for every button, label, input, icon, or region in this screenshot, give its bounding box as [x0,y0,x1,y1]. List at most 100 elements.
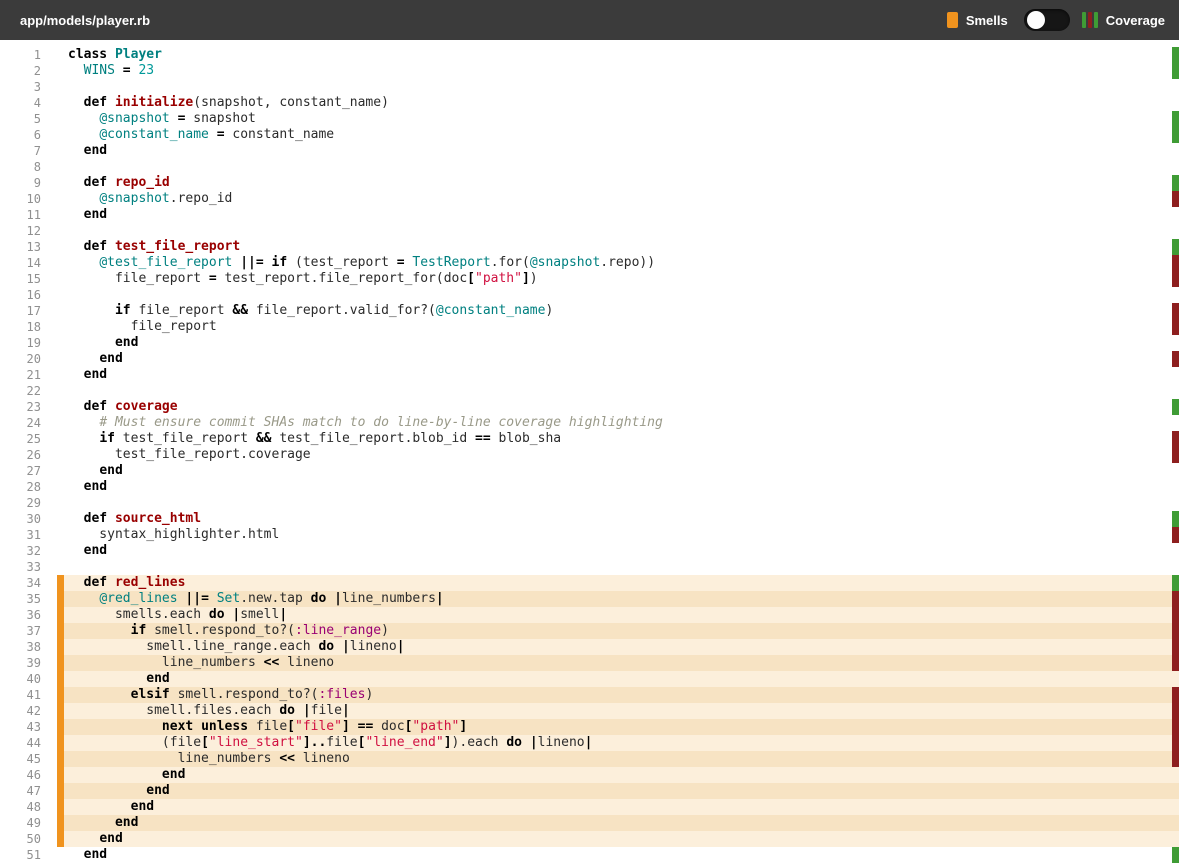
smell-marker-empty [57,175,64,191]
line-number: 16 [26,288,41,302]
gutter-spacer [41,511,57,527]
smell-marker-empty [57,159,64,175]
code-line: 20 end [0,351,1179,367]
gutter-spacer [41,367,57,383]
coverage-mark-uncovered [1172,447,1179,463]
smell-marker-empty [57,319,64,335]
line-number: 47 [26,784,41,798]
code-text: end [99,351,123,366]
gutter-spacer [41,431,57,447]
line-number: 20 [26,352,41,366]
smell-marker-empty [57,479,64,495]
code-line: 21 end [0,367,1179,383]
smell-marker-empty [57,415,64,431]
code-line-content: def test_file_report [64,239,1179,255]
smells-label[interactable]: Smells [966,13,1008,28]
smell-highlighted-line: line_numbers << lineno [64,751,1179,767]
coverage-mark-covered [1172,239,1179,255]
code-line-content [64,223,1179,239]
code-text: @snapshot.repo_id [99,191,233,206]
smell-marker-empty [57,335,64,351]
line-number: 30 [26,512,41,526]
code-text: smell.files.each do |file| [68,703,350,718]
smell-marker-empty [57,191,64,207]
code-text: syntax_highlighter.html [68,527,280,542]
smell-marker [57,719,64,735]
line-number: 17 [26,304,41,318]
coverage-icon-stripe [1087,12,1092,28]
toggle-knob[interactable] [1026,11,1045,29]
coverage-label[interactable]: Coverage [1106,13,1165,28]
code-line: 9 def repo_id [0,175,1179,191]
code-text: end [114,815,139,830]
code-line: 6 @constant_name = constant_name [0,127,1179,143]
code-text: end [83,367,108,382]
line-number: 29 [26,496,41,510]
gutter-spacer [41,47,57,63]
smell-marker-empty [57,63,64,79]
smell-marker-empty [57,527,64,543]
coverage-mark-covered [1172,511,1179,527]
coverage-mark-covered [1172,63,1179,79]
code-line: 15 file_report = test_report.file_report… [0,271,1179,287]
code-text: smells.each do |smell| [68,607,288,622]
code-line: 5 @snapshot = snapshot [0,111,1179,127]
code-line-content: end [64,351,1179,367]
gutter-spacer [41,79,57,95]
coverage-mark-uncovered [1172,687,1179,703]
code-text: file_report = test_report.file_report_fo… [68,271,538,286]
smell-marker-empty [57,447,64,463]
gutter-spacer [41,63,57,79]
code-line-content: test_file_report.coverage [64,447,1179,463]
code-line-content: def initialize(snapshot, constant_name) [64,95,1179,111]
line-number: 39 [26,656,41,670]
line-number: 4 [33,96,41,110]
code-text: # Must ensure commit SHAs match to do li… [99,415,663,430]
code-line: 43 next unless file["file"] == doc["path… [0,719,1179,735]
code-text: file_report [68,319,217,334]
smell-marker [57,687,64,703]
smell-highlighted-line: end [64,799,1179,815]
smell-highlighted-line: smell.files.each do |file| [64,703,1179,719]
line-number: 24 [26,416,41,430]
line-number: 37 [26,624,41,638]
code-line: 50 end [0,831,1179,847]
code-line: 13 def test_file_report [0,239,1179,255]
file-path: app/models/player.rb [20,12,151,28]
code-line: 31 syntax_highlighter.html [0,527,1179,543]
smells-coverage-toggle[interactable] [1023,9,1070,31]
code-text: smell.line_range.each do |lineno| [68,639,405,654]
code-line: 4 def initialize(snapshot, constant_name… [0,95,1179,111]
code-line: 35 @red_lines ||= Set.new.tap do |line_n… [0,591,1179,607]
gutter-spacer [41,207,57,223]
gutter-spacer [41,831,57,847]
line-number: 22 [26,384,41,398]
code-line: 17 if file_report && file_report.valid_f… [0,303,1179,319]
line-number: 34 [26,576,41,590]
smell-marker-empty [57,223,64,239]
coverage-mark-uncovered [1172,607,1179,623]
smell-marker [57,831,64,847]
code-line-content: def repo_id [64,175,1179,191]
code-line-content: # Must ensure commit SHAs match to do li… [64,415,1179,431]
smell-marker [57,655,64,671]
gutter-spacer [41,351,57,367]
code-line: 37 if smell.respond_to?(:line_range) [0,623,1179,639]
coverage-mark-covered [1172,127,1179,143]
gutter-spacer [41,223,57,239]
line-number: 33 [26,560,41,574]
smell-marker-empty [57,239,64,255]
code-line: 18 file_report [0,319,1179,335]
code-line: 14 @test_file_report ||= if (test_report… [0,255,1179,271]
code-text: @constant_name = constant_name [99,127,335,142]
gutter-spacer [41,255,57,271]
smell-marker [57,671,64,687]
coverage-mark-uncovered [1172,703,1179,719]
code-text: if test_file_report && test_file_report.… [99,431,562,446]
code-line-content: end [64,543,1179,559]
gutter-spacer [41,719,57,735]
gutter-spacer [41,383,57,399]
coverage-mark-uncovered [1172,719,1179,735]
line-number: 14 [26,256,41,270]
code-line: 47 end [0,783,1179,799]
